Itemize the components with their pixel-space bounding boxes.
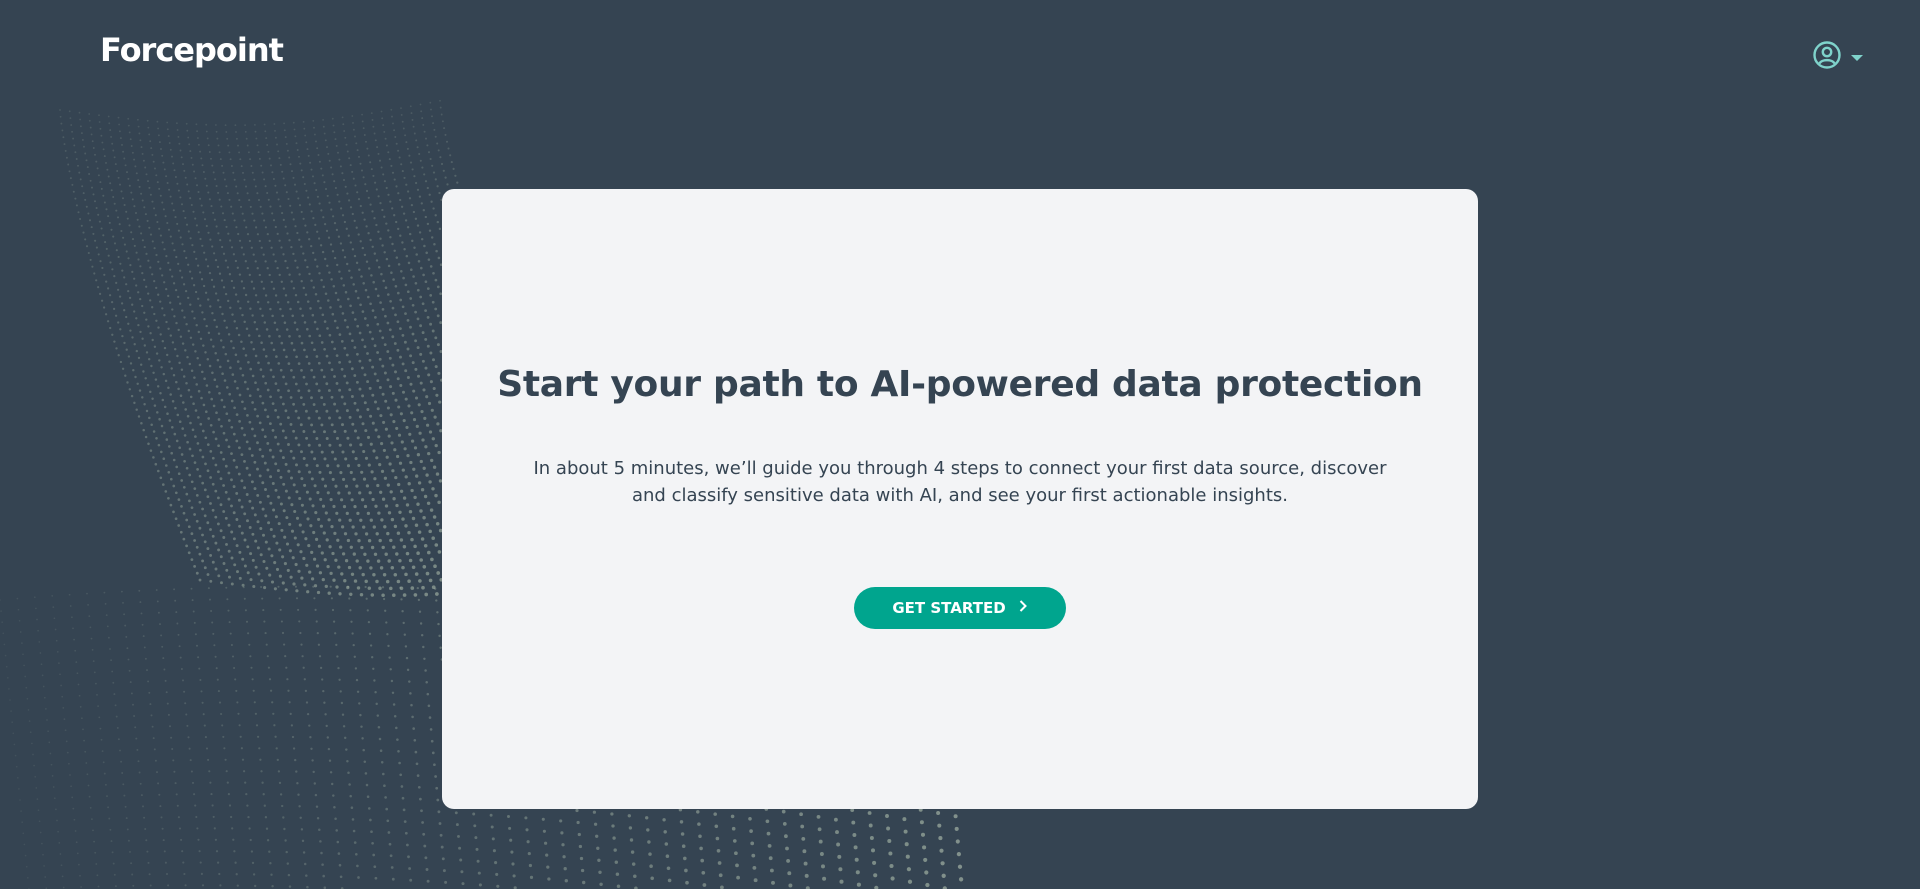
get-started-button[interactable]: GET STARTED — [854, 587, 1066, 629]
user-circle-icon — [1812, 40, 1842, 74]
get-started-label: GET STARTED — [892, 599, 1006, 617]
chevron-right-icon — [1018, 599, 1028, 617]
welcome-card: Start your path to AI-powered data prote… — [442, 189, 1478, 809]
user-menu-button[interactable] — [1812, 40, 1864, 74]
onboarding-page: Forcepoint Start your path to AI-powered… — [0, 0, 1920, 889]
forcepoint-logo[interactable]: Forcepoint — [100, 30, 284, 70]
logo-text: Forcepoint — [100, 31, 284, 69]
caret-down-icon — [1850, 48, 1864, 67]
top-header: Forcepoint — [0, 0, 1920, 100]
welcome-description: In about 5 minutes, we’ll guide you thro… — [533, 458, 1387, 506]
page-title: Start your path to AI-powered data prote… — [497, 364, 1423, 405]
